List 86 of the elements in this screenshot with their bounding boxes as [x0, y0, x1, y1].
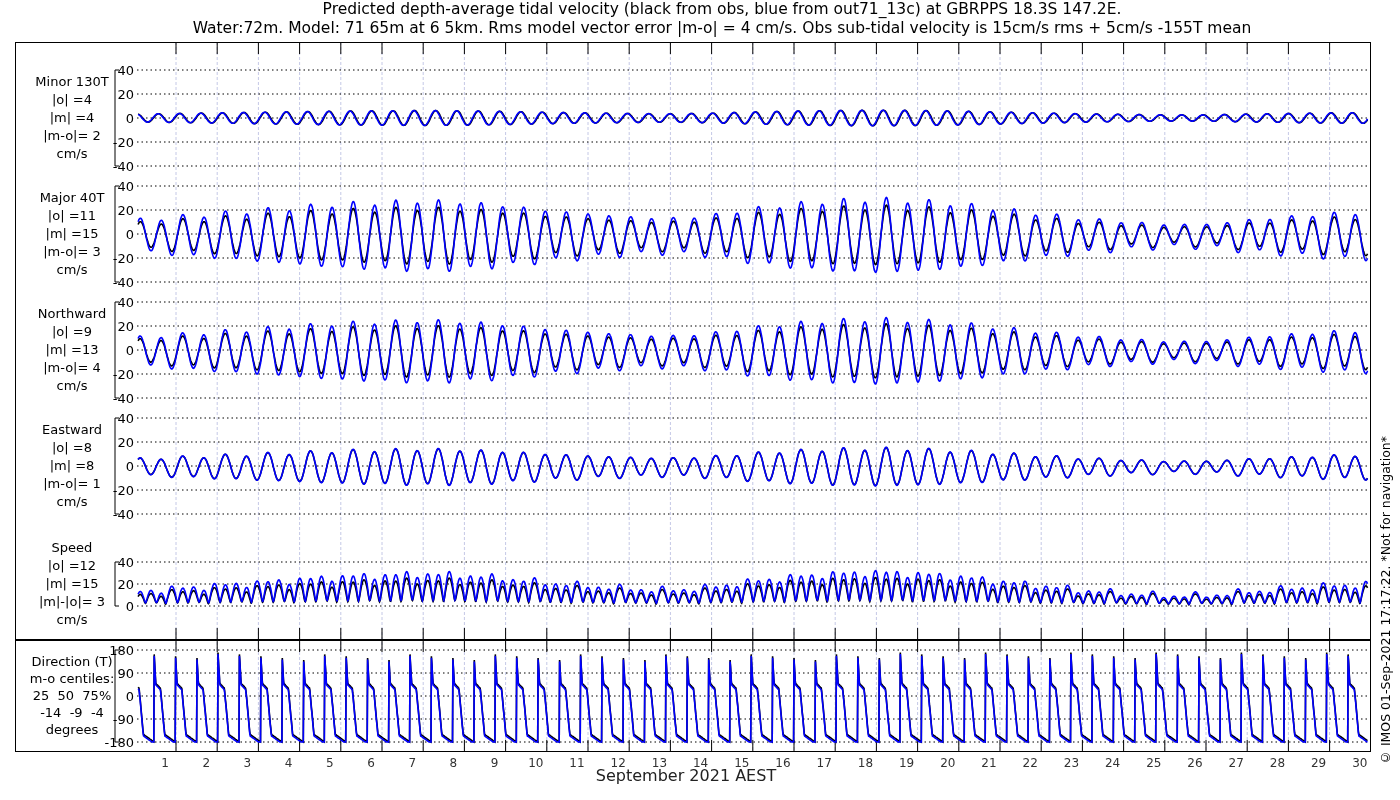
- x-tick-label: 18: [857, 756, 874, 770]
- y-tick-label: 20: [117, 203, 134, 218]
- panel-label: cm/s: [56, 378, 88, 393]
- y-tick-label: 20: [117, 435, 134, 450]
- panel-label: m-o centiles:: [29, 671, 115, 686]
- chart-title: Predicted depth-average tidal velocity (black from obs, blue from out71_13c) at GBRPPS 18.3S 147.2E.: [321, 0, 1123, 19]
- panel-label: cm/s: [56, 612, 88, 627]
- y-tick-label: -20: [112, 135, 134, 150]
- x-tick-label: 28: [1269, 756, 1286, 770]
- y-tick-label: -20: [112, 251, 134, 266]
- panel-label: cm/s: [56, 146, 88, 161]
- x-tick-label: 1: [161, 756, 169, 770]
- y-tick-label: -40: [112, 507, 134, 522]
- x-tick-label: 30: [1352, 756, 1368, 770]
- panel-label: Eastward: [42, 422, 102, 437]
- panel-label: |o| =4: [52, 92, 92, 107]
- panel-label: |o| =12: [47, 558, 97, 573]
- y-tick-label: 0: [125, 343, 134, 358]
- credit-text: © IMOS 01-Sep-2021 17:17:22. *Not for navigation*: [1378, 435, 1393, 765]
- x-tick-label: 19: [898, 756, 915, 770]
- y-tick-label: -40: [112, 391, 134, 406]
- y-axis-line: [114, 561, 120, 607]
- x-tick-label: 29: [1310, 756, 1327, 770]
- panel-label: |m-o|= 3: [43, 244, 101, 259]
- x-tick-label: 27: [1228, 756, 1244, 770]
- x-tick-label: 24: [1104, 756, 1121, 770]
- panel-label: cm/s: [56, 262, 88, 277]
- x-tick-label: 8: [449, 756, 458, 770]
- panel-label: |m| =15: [45, 576, 99, 591]
- y-tick-label: -180: [104, 735, 134, 750]
- y-tick-label: 20: [117, 319, 134, 334]
- x-tick-label: 6: [367, 756, 375, 770]
- x-tick-label: 7: [408, 756, 416, 770]
- y-tick-label: 0: [125, 599, 134, 614]
- x-tick-label: 25: [1146, 756, 1162, 770]
- panel-label: Northward: [37, 306, 107, 321]
- x-tick-label: 4: [284, 756, 293, 770]
- chart-title: Water:72m. Model: 71 65m at 6 5km. Rms model vector error |m-o| = 4 cm/s. Obs sub-tidal velocity is 15cm/s rms + 5cm/s -155T mean: [191, 19, 1253, 38]
- panel-label: |m-o|= 1: [43, 476, 101, 491]
- x-tick-label: 2: [202, 756, 210, 770]
- x-tick-label: 17: [816, 756, 832, 770]
- y-tick-label: 40: [117, 295, 134, 310]
- panel-label: 25 50 75%: [32, 688, 112, 703]
- x-tick-label: 5: [326, 756, 334, 770]
- y-tick-label: 0: [125, 227, 134, 242]
- y-tick-label: -90: [112, 712, 134, 727]
- panel-label: |m-o|= 4: [43, 360, 101, 375]
- y-tick-label: 0: [125, 111, 134, 126]
- y-tick-label: 90: [117, 666, 134, 681]
- x-tick-label: 10: [528, 756, 544, 770]
- y-tick-label: 40: [117, 179, 134, 194]
- y-tick-label: -40: [112, 275, 134, 290]
- panel-label: |m| =8: [49, 458, 95, 473]
- x-tick-label: 23: [1063, 756, 1080, 770]
- y-tick-label: 40: [117, 63, 134, 78]
- y-tick-label: -20: [112, 483, 134, 498]
- x-tick-label: 16: [775, 756, 791, 770]
- y-tick-label: 20: [117, 577, 134, 592]
- panel-label: -14 -9 -4: [40, 705, 104, 720]
- panel-label: degrees: [45, 722, 99, 737]
- x-tick-label: 22: [1022, 756, 1038, 770]
- x-tick-label: 21: [981, 756, 997, 770]
- panel-label: Minor 130T: [35, 74, 109, 89]
- panel-label: |m| =13: [45, 342, 99, 357]
- y-tick-label: 40: [117, 555, 134, 570]
- x-tick-label: 9: [490, 756, 499, 770]
- x-tick-label: 26: [1187, 756, 1203, 770]
- panel-label: |m| =15: [45, 226, 99, 241]
- y-tick-label: 0: [125, 459, 134, 474]
- y-tick-label: 40: [117, 411, 134, 426]
- y-tick-label: 0: [125, 689, 134, 704]
- y-tick-label: -20: [112, 367, 134, 382]
- y-tick-label: -40: [112, 159, 134, 174]
- x-tick-label: 11: [569, 756, 585, 770]
- y-tick-label: 20: [117, 87, 134, 102]
- panel-label: |m| =4: [49, 110, 95, 125]
- panel-label: Speed: [51, 540, 93, 555]
- panel-label: |o| =9: [52, 324, 92, 339]
- panel-label: |o| =8: [52, 440, 92, 455]
- panel-label: Major 40T: [39, 190, 105, 205]
- panel-label: cm/s: [56, 494, 88, 509]
- x-tick-label: 3: [243, 756, 252, 770]
- panel-label: |o| =11: [47, 208, 97, 223]
- panel-label: |m|-|o|= 3: [38, 594, 106, 609]
- panel-label: |m-o|= 2: [43, 128, 101, 143]
- x-tick-label: 20: [940, 756, 956, 770]
